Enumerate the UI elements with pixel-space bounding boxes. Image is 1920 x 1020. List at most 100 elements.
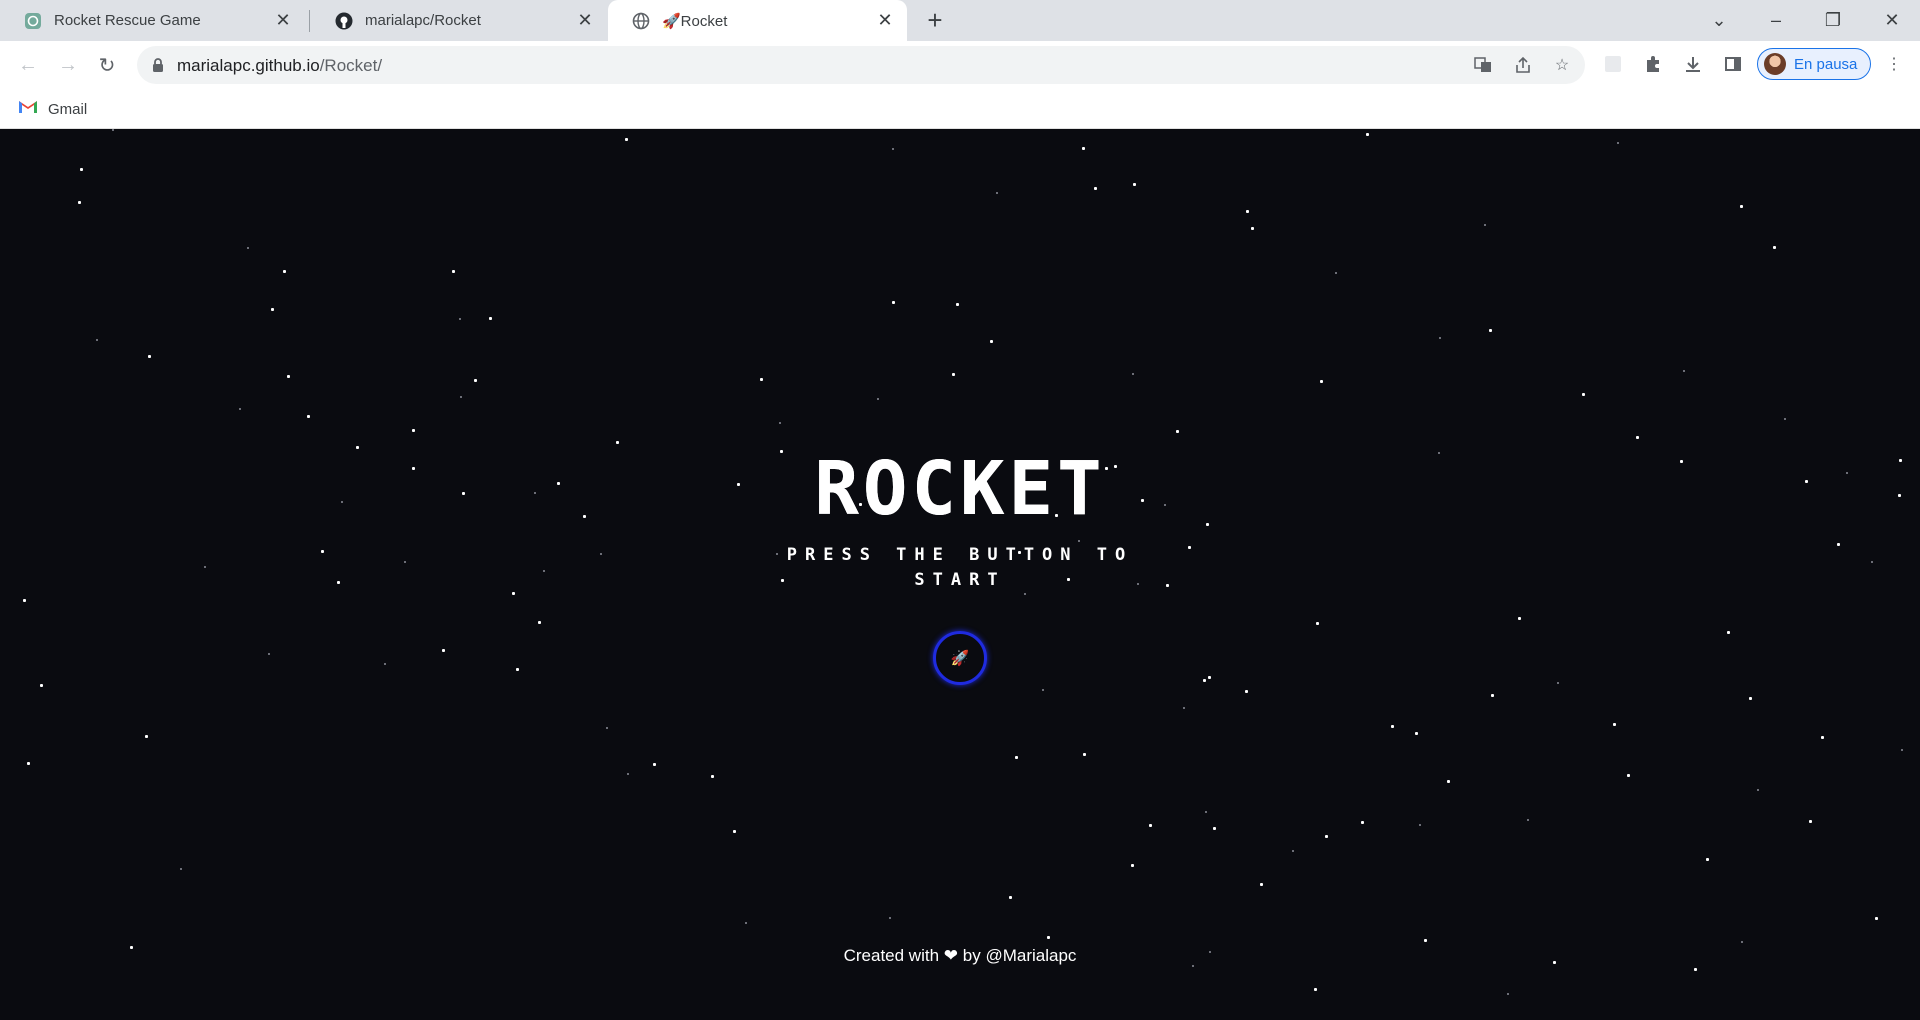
star xyxy=(1015,756,1018,759)
footer-prefix: Created with xyxy=(843,946,940,965)
address-bar[interactable]: marialapc.github.io/Rocket/ ☆ xyxy=(137,46,1585,84)
close-tab-icon[interactable]: ✕ xyxy=(575,10,595,31)
back-icon[interactable]: ← xyxy=(12,49,44,81)
minimize-icon[interactable]: – xyxy=(1748,0,1804,41)
close-tab-icon[interactable]: ✕ xyxy=(273,10,293,31)
reload-icon[interactable]: ↻ xyxy=(91,49,123,81)
extensions-puzzle-icon[interactable] xyxy=(1640,51,1666,77)
heart-icon: ❤ xyxy=(943,946,959,965)
star xyxy=(23,599,26,602)
star xyxy=(1507,993,1509,995)
tab-github-rocket[interactable]: marialapc/Rocket ✕ xyxy=(311,0,607,41)
star xyxy=(474,379,477,382)
star xyxy=(996,192,998,194)
restore-icon[interactable]: ❐ xyxy=(1805,0,1861,41)
star xyxy=(1694,968,1697,971)
start-button[interactable]: 🚀 xyxy=(933,631,987,685)
menu-kebab-icon[interactable]: ⋮ xyxy=(1881,51,1907,77)
star xyxy=(1821,736,1824,739)
star xyxy=(268,653,270,655)
bookmark-gmail[interactable]: Gmail xyxy=(18,97,87,121)
star xyxy=(1518,617,1521,620)
star xyxy=(460,396,462,398)
tab-rocket[interactable]: 🚀Rocket ✕ xyxy=(608,0,907,41)
star xyxy=(1325,835,1328,838)
profile-button[interactable]: En pausa xyxy=(1757,48,1871,80)
star xyxy=(1613,723,1616,726)
lock-icon xyxy=(149,56,167,74)
star xyxy=(1757,789,1759,791)
star xyxy=(1741,941,1743,943)
star xyxy=(148,355,151,358)
forward-icon[interactable]: → xyxy=(52,49,84,81)
close-window-icon[interactable]: ✕ xyxy=(1864,0,1920,41)
bookmark-star-icon[interactable]: ☆ xyxy=(1551,54,1573,76)
star xyxy=(40,684,43,687)
star xyxy=(1205,811,1207,813)
footer-by: by xyxy=(962,946,981,965)
star xyxy=(489,317,492,320)
star xyxy=(452,270,455,273)
star xyxy=(287,375,290,378)
star xyxy=(1166,584,1169,587)
star xyxy=(1042,689,1044,691)
star xyxy=(1901,749,1903,751)
star xyxy=(96,339,98,341)
tab-rocket-rescue-game[interactable]: Rocket Rescue Game ✕ xyxy=(0,0,305,41)
close-tab-icon[interactable]: ✕ xyxy=(875,10,895,31)
star xyxy=(956,303,959,306)
star xyxy=(459,318,461,320)
star xyxy=(1489,329,1492,332)
side-panel-icon[interactable] xyxy=(1720,51,1746,77)
star xyxy=(1749,697,1752,700)
browser-toolbar: ← → ↻ marialapc.github.io/Rocket/ ☆ En p… xyxy=(0,41,1920,89)
star xyxy=(538,621,541,624)
star xyxy=(1683,370,1685,372)
star xyxy=(1419,824,1421,826)
star xyxy=(1024,593,1026,595)
star xyxy=(892,301,895,304)
star xyxy=(1871,561,1873,563)
star xyxy=(606,727,608,729)
url-text: marialapc.github.io/Rocket/ xyxy=(177,56,382,76)
bookmark-label: Gmail xyxy=(48,100,88,118)
star xyxy=(1740,205,1743,208)
author-link[interactable]: @Marialapc xyxy=(985,946,1076,965)
star xyxy=(952,373,955,376)
star xyxy=(1727,631,1730,634)
github-icon xyxy=(335,12,353,30)
extension-placeholder-icon[interactable] xyxy=(1600,51,1626,77)
game-page: ROCKET PRESS THE BUTTON TO START 🚀 Creat… xyxy=(0,129,1920,1020)
star xyxy=(1582,393,1585,396)
star xyxy=(1361,821,1364,824)
star xyxy=(745,922,747,924)
star xyxy=(1208,676,1211,679)
star xyxy=(404,561,406,563)
bookmarks-bar: Gmail xyxy=(0,89,1920,129)
download-icon[interactable] xyxy=(1680,51,1706,77)
star xyxy=(1320,380,1323,383)
translate-icon[interactable] xyxy=(1472,54,1494,76)
star xyxy=(1366,133,1369,136)
star xyxy=(1484,224,1486,226)
star xyxy=(1131,864,1134,867)
star xyxy=(239,408,241,410)
star xyxy=(1447,780,1450,783)
rocket-icon: 🚀 xyxy=(950,650,970,667)
openai-icon xyxy=(24,12,42,30)
star xyxy=(307,415,310,418)
star xyxy=(1809,820,1812,823)
star xyxy=(1875,917,1878,920)
star xyxy=(384,663,386,665)
game-title: ROCKET xyxy=(814,446,1106,532)
star xyxy=(1245,690,1248,693)
share-icon[interactable] xyxy=(1512,54,1534,76)
star xyxy=(1316,622,1319,625)
star xyxy=(1837,543,1840,546)
star xyxy=(512,592,515,595)
star xyxy=(1133,183,1136,186)
star xyxy=(204,566,206,568)
new-tab-icon[interactable]: + xyxy=(921,7,949,35)
star xyxy=(271,308,274,311)
tab-search-chevron-icon[interactable]: ⌄ xyxy=(1691,0,1747,41)
